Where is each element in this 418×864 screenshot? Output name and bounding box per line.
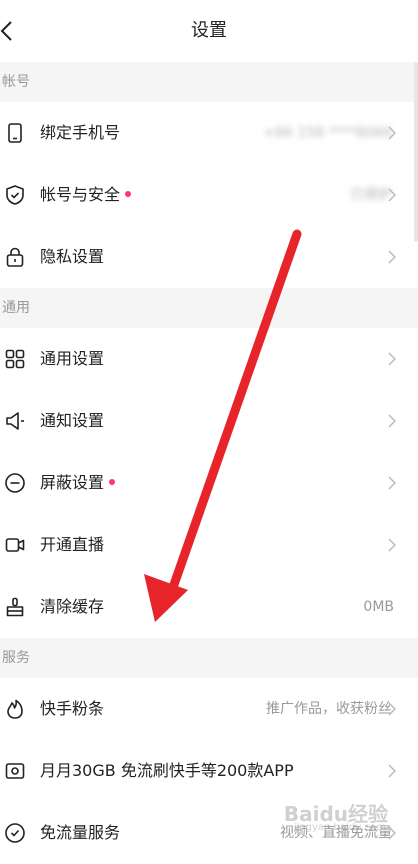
chevron-right-icon: [388, 538, 396, 552]
row-clear-cache[interactable]: 清除缓存 0MB: [0, 576, 418, 638]
section-header-account: 帐号: [0, 62, 418, 102]
broom-icon: [6, 597, 24, 617]
page-title: 设置: [191, 20, 227, 41]
chevron-right-icon: [388, 826, 396, 840]
row-live[interactable]: 开通直播: [0, 514, 418, 576]
flame-icon: [7, 699, 23, 719]
free-flow-icon: [5, 823, 25, 843]
speaker-icon: [6, 412, 24, 430]
row-data-plan[interactable]: 月月30GB 免流刷快手等200款APP: [0, 740, 418, 802]
general-settings-label: 通用设置: [40, 349, 105, 368]
chevron-right-icon: [388, 702, 396, 716]
lock-icon: [6, 247, 24, 267]
top-bar: 设置: [0, 0, 418, 62]
new-dot-badge: [109, 478, 116, 485]
account-security-value: 已保护: [350, 187, 392, 203]
row-privacy[interactable]: 隐私设置: [0, 226, 418, 288]
chevron-right-icon: [388, 764, 396, 778]
grid-icon: [5, 349, 25, 369]
shield-check-icon: [6, 185, 24, 205]
section-header-services: 服务: [0, 638, 418, 678]
chevron-right-icon: [388, 476, 396, 490]
chevron-right-icon: [388, 414, 396, 428]
fans-label: 快手粉条: [40, 699, 105, 718]
block-label: 屏蔽设置: [40, 452, 116, 514]
chevron-right-icon: [388, 352, 396, 366]
notification-label: 通知设置: [40, 411, 105, 430]
new-dot-badge: [125, 190, 132, 197]
sim-card-icon: [5, 763, 25, 779]
bind-phone-value: +86 158 ****8066: [263, 125, 392, 141]
row-block[interactable]: 屏蔽设置: [0, 452, 418, 514]
row-general-settings[interactable]: 通用设置: [0, 328, 418, 390]
phone-icon: [8, 123, 22, 143]
account-security-label: 帐号与安全: [40, 164, 132, 226]
watermark-url: jingyan.baidu.com: [293, 822, 386, 833]
row-fans[interactable]: 快手粉条 推广作品，收获粉丝: [0, 678, 418, 740]
free-flow-label: 免流量服务: [40, 823, 121, 842]
bind-phone-label: 绑定手机号: [40, 123, 121, 142]
video-camera-icon: [5, 538, 25, 552]
scrollbar[interactable]: [414, 62, 418, 242]
block-icon: [5, 473, 25, 493]
privacy-label: 隐私设置: [40, 247, 105, 266]
row-account-security[interactable]: 帐号与安全 已保护: [0, 164, 418, 226]
chevron-right-icon: [388, 126, 396, 140]
section-header-general: 通用: [0, 288, 418, 328]
row-notification[interactable]: 通知设置: [0, 390, 418, 452]
row-bind-phone[interactable]: 绑定手机号 +86 158 ****8066: [0, 102, 418, 164]
clear-cache-label: 清除缓存: [40, 597, 105, 616]
cache-size-value: 0MB: [363, 599, 394, 615]
live-label: 开通直播: [40, 535, 105, 554]
data-plan-label: 月月30GB 免流刷快手等200款APP: [40, 761, 294, 780]
chevron-right-icon: [388, 188, 396, 202]
fans-value: 推广作品，收获粉丝: [266, 701, 392, 717]
chevron-right-icon: [388, 250, 396, 264]
